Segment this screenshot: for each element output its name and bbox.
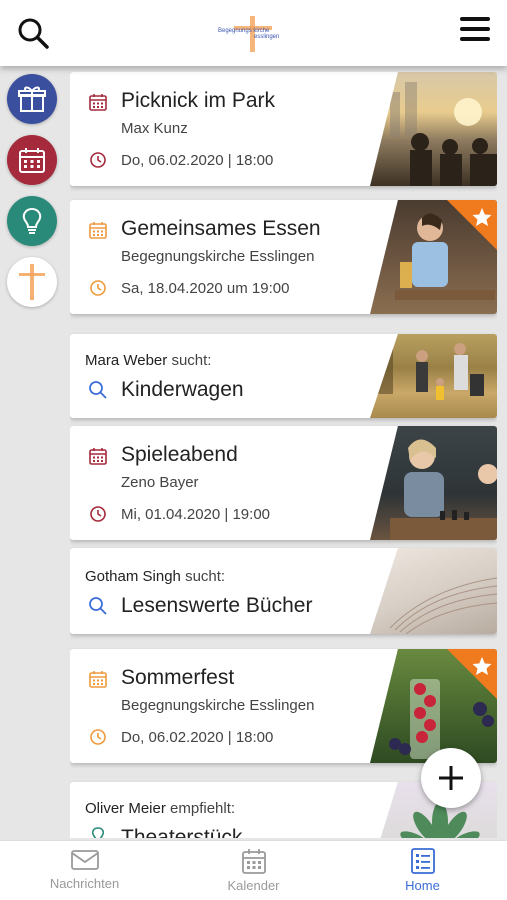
top-app-bar: Begegnungs kirche esslingen — [0, 0, 507, 66]
event-title: Spieleabend — [121, 443, 238, 466]
lightbulb-icon — [91, 827, 105, 838]
search-card-buecher[interactable]: Gotham Singh sucht: Lesenswerte Bücher — [70, 548, 497, 634]
event-title: Gemeinsames Essen — [121, 217, 321, 240]
search-title: Kinderwagen — [121, 378, 244, 401]
tab-label: Nachrichten — [49, 876, 120, 891]
envelope-icon — [70, 850, 99, 870]
add-button[interactable] — [421, 748, 481, 808]
event-date: Mi, 01.04.2020 | 19:00 — [121, 506, 271, 523]
calendar-icon — [89, 222, 107, 239]
tab-home[interactable]: Home — [338, 841, 507, 900]
bottom-navigation: Nachrichten Kalender Home — [0, 840, 507, 900]
event-organizer: Max Kunz — [121, 120, 188, 137]
event-date: Sa, 18.04.2020 um 19:00 — [121, 280, 290, 297]
church-cross-icon — [19, 264, 45, 300]
event-card-sommerfest[interactable]: Sommerfest Begegnungskirche Esslingen Do… — [70, 649, 497, 763]
calendar-icon — [89, 448, 107, 465]
tab-kalender[interactable]: Kalender — [169, 841, 338, 900]
feed-list: Picknick im Park Max Kunz Do, 06.02.2020… — [70, 72, 497, 838]
search-icon — [89, 381, 107, 399]
search-image-books — [370, 548, 497, 634]
calendar-icon — [19, 148, 45, 173]
search-author: Gotham Singh sucht: — [85, 568, 226, 585]
event-image-picnic — [370, 72, 497, 186]
search-author: Mara Weber sucht: — [85, 352, 212, 369]
calendar-icon — [241, 849, 266, 874]
clock-icon — [90, 152, 106, 168]
event-date: Do, 06.02.2020 | 18:00 — [121, 152, 274, 169]
search-title: Lesenswerte Bücher — [121, 594, 313, 617]
event-organizer: Zeno Bayer — [121, 474, 199, 491]
search-card-kinderwagen[interactable]: Mara Weber sucht: Kinderwagen — [70, 334, 497, 418]
clock-icon — [90, 729, 106, 745]
hamburger-menu-icon[interactable] — [459, 14, 491, 44]
recommend-author: Oliver Meier empfiehlt: — [85, 800, 236, 817]
search-icon[interactable] — [16, 16, 50, 50]
event-organizer: Begegnungskirche Esslingen — [121, 697, 315, 714]
clock-icon — [90, 280, 106, 296]
search-icon — [89, 597, 107, 615]
tab-label: Kalender — [227, 878, 280, 893]
event-card-essen[interactable]: Gemeinsames Essen Begegnungskirche Essli… — [70, 200, 497, 314]
featured-star-badge — [447, 649, 497, 699]
tab-nachrichten[interactable]: Nachrichten — [0, 841, 169, 900]
home-list-icon — [410, 848, 435, 874]
logo-text-right: esslingen — [254, 34, 280, 40]
idea-category-button[interactable] — [7, 196, 57, 246]
event-card-picknick[interactable]: Picknick im Park Max Kunz Do, 06.02.2020… — [70, 72, 497, 186]
search-image-family — [370, 334, 497, 418]
calendar-icon — [89, 671, 107, 688]
plus-icon — [439, 766, 463, 790]
church-category-button[interactable] — [7, 257, 57, 307]
event-card-spieleabend[interactable]: Spieleabend Zeno Bayer Mi, 01.04.2020 | … — [70, 426, 497, 540]
tab-label: Home — [405, 878, 440, 893]
clock-icon — [90, 506, 106, 522]
category-sidebar — [7, 74, 59, 318]
event-image-chess — [370, 426, 497, 540]
event-organizer: Begegnungskirche Esslingen — [121, 248, 315, 265]
gift-icon — [18, 86, 46, 112]
calendar-icon — [89, 94, 107, 111]
event-date: Do, 06.02.2020 | 18:00 — [121, 729, 274, 746]
gift-category-button[interactable] — [7, 74, 57, 124]
lightbulb-icon — [22, 207, 42, 234]
recommend-title: Theaterstück — [121, 826, 243, 838]
event-title: Picknick im Park — [121, 89, 276, 112]
app-logo[interactable]: Begegnungs kirche esslingen — [210, 14, 300, 54]
event-title: Sommerfest — [121, 666, 235, 689]
featured-star-badge — [447, 200, 497, 250]
calendar-category-button[interactable] — [7, 135, 57, 185]
